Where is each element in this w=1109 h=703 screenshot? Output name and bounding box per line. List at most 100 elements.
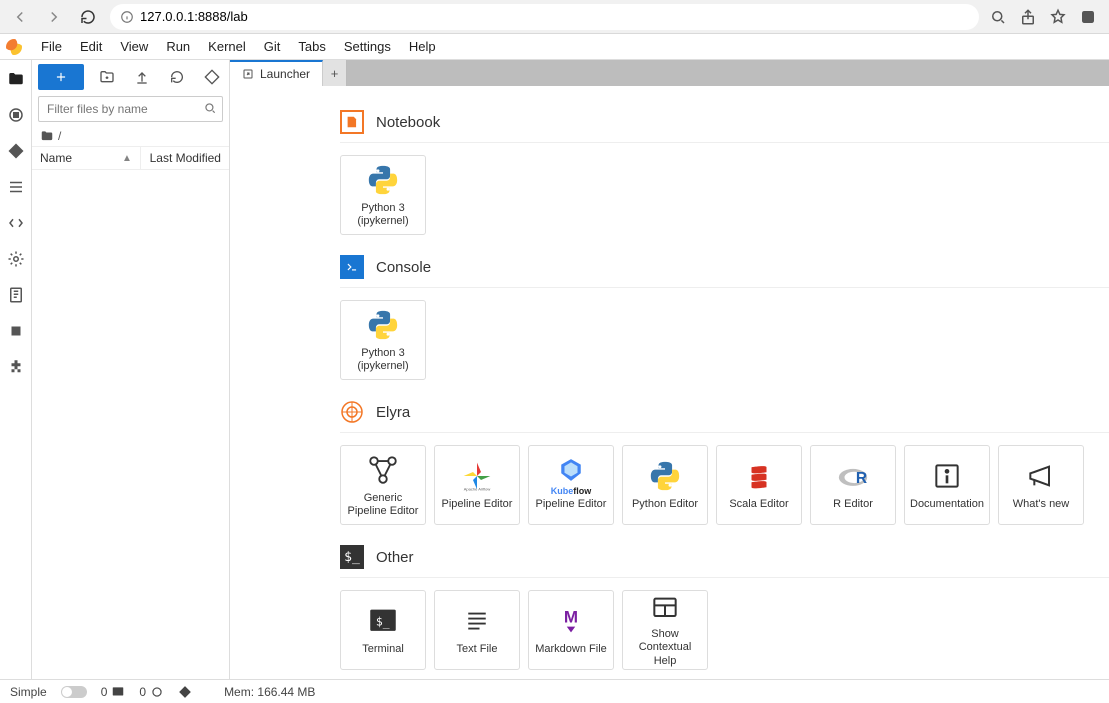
pipeline-components-tab-icon[interactable] <box>7 250 25 268</box>
launcher-card[interactable]: Apache Airflow Pipeline Editor <box>434 445 520 525</box>
menu-kernel[interactable]: Kernel <box>199 39 255 54</box>
text-icon <box>459 603 495 639</box>
jupyter-logo-icon <box>6 39 22 55</box>
stop-icon[interactable] <box>7 322 25 340</box>
filebrowser-tab-icon[interactable] <box>7 70 25 88</box>
menu-tabs[interactable]: Tabs <box>289 39 334 54</box>
python-icon <box>365 162 401 198</box>
browser-back-button[interactable] <box>8 5 32 29</box>
status-terminals[interactable]: 0 <box>101 685 126 699</box>
launcher-body: Notebook Python 3(ipykernel) Console Python… <box>230 86 1109 679</box>
git-status-icon[interactable] <box>178 685 192 699</box>
file-filter <box>38 96 223 122</box>
card-label: Python 3(ipykernel) <box>357 347 408 373</box>
launcher-card[interactable]: What's new <box>998 445 1084 525</box>
markdown-icon: M <box>553 603 589 639</box>
launcher-card[interactable]: Python 3(ipykernel) <box>340 300 426 380</box>
card-label: Pipeline Editor <box>442 498 513 511</box>
menu-view[interactable]: View <box>111 39 157 54</box>
launcher-section-notebook: Notebook Python 3(ipykernel) <box>340 110 1109 235</box>
launcher-card[interactable]: Show Contextual Help <box>622 590 708 670</box>
launcher-card[interactable]: Scala Editor <box>716 445 802 525</box>
launcher-card[interactable]: Python 3(ipykernel) <box>340 155 426 235</box>
launcher-tab-icon <box>242 68 254 80</box>
status-kernels[interactable]: 0 <box>139 685 164 699</box>
launcher-section-elyra: ElyraGeneric Pipeline EditorApache Airfl… <box>340 400 1109 525</box>
menu-settings[interactable]: Settings <box>335 39 400 54</box>
launcher-card[interactable]: $_Terminal <box>340 590 426 670</box>
launcher-section-console: Console Python 3(ipykernel) <box>340 255 1109 380</box>
card-label: Documentation <box>910 498 984 511</box>
launcher-card[interactable]: R R Editor <box>810 445 896 525</box>
launcher-card[interactable]: Generic Pipeline Editor <box>340 445 426 525</box>
python-icon <box>365 307 401 343</box>
launcher-card[interactable]: Documentation <box>904 445 990 525</box>
card-label: R Editor <box>833 498 873 511</box>
upload-button[interactable] <box>131 63 154 91</box>
card-label: Python 3(ipykernel) <box>357 202 408 228</box>
section-title: Notebook <box>376 114 440 131</box>
menu-run[interactable]: Run <box>157 39 199 54</box>
toc-tab-icon[interactable] <box>7 178 25 196</box>
column-modified[interactable]: Last Modified <box>150 151 221 165</box>
card-label: Scala Editor <box>729 498 788 511</box>
svg-text:Apache Airflow: Apache Airflow <box>464 487 491 492</box>
status-simple-label: Simple <box>10 685 47 699</box>
launcher-section-other: $_Other$_TerminalText FileMMarkdown File… <box>340 545 1109 670</box>
info-icon <box>120 10 134 24</box>
card-label: Python Editor <box>632 498 698 511</box>
menu-edit[interactable]: Edit <box>71 39 111 54</box>
refresh-button[interactable] <box>165 63 188 91</box>
file-listing <box>32 170 229 679</box>
airflow-icon: Apache Airflow <box>459 458 495 494</box>
zoom-icon[interactable] <box>989 8 1007 26</box>
menu-help[interactable]: Help <box>400 39 445 54</box>
launcher-card[interactable]: Text File <box>434 590 520 670</box>
kubeflow-icon: Kubeflow <box>553 458 589 494</box>
kernel-small-icon <box>150 685 164 699</box>
pipeline-icon <box>365 452 401 488</box>
extensions-tab-icon[interactable] <box>7 358 25 376</box>
help-panel-icon <box>647 592 683 624</box>
menu-file[interactable]: File <box>32 39 71 54</box>
simple-mode-toggle[interactable] <box>61 686 87 698</box>
new-folder-button[interactable] <box>96 63 119 91</box>
terminal-small-icon <box>111 685 125 699</box>
launcher-card[interactable]: MMarkdown File <box>528 590 614 670</box>
search-icon <box>203 101 217 118</box>
card-label: Show Contextual Help <box>627 628 703 668</box>
browser-reload-button[interactable] <box>76 5 100 29</box>
browser-url: 127.0.0.1:8888/lab <box>140 9 248 24</box>
info-icon <box>929 458 965 494</box>
svg-text:M: M <box>564 608 578 627</box>
card-label: What's new <box>1013 498 1070 511</box>
column-name[interactable]: Name <box>40 151 72 165</box>
documents-tab-icon[interactable] <box>7 286 25 304</box>
extensions-icon[interactable] <box>1079 8 1097 26</box>
section-title: Console <box>376 259 431 276</box>
card-label: Pipeline Editor <box>536 498 607 511</box>
status-memory: Mem: 166.44 MB <box>224 685 315 699</box>
running-tab-icon[interactable] <box>7 106 25 124</box>
tab-add-button[interactable]: + <box>323 60 347 86</box>
section-title: Elyra <box>376 404 410 421</box>
browser-right-icons <box>989 8 1101 26</box>
r-icon: R <box>835 458 871 494</box>
git-pull-button[interactable] <box>200 63 223 91</box>
browser-toolbar: 127.0.0.1:8888/lab <box>0 0 1109 34</box>
python-icon <box>647 458 683 494</box>
menu-git[interactable]: Git <box>255 39 290 54</box>
launcher-card[interactable]: Python Editor <box>622 445 708 525</box>
bookmark-star-icon[interactable] <box>1049 8 1067 26</box>
tab-launcher[interactable]: Launcher <box>230 60 323 86</box>
launcher-card[interactable]: Kubeflow Pipeline Editor <box>528 445 614 525</box>
browser-forward-button[interactable] <box>42 5 66 29</box>
filebrowser-panel: / Name▲ Last Modified <box>32 60 230 679</box>
git-tab-icon[interactable] <box>7 142 25 160</box>
file-filter-input[interactable] <box>38 96 223 122</box>
snippets-tab-icon[interactable] <box>7 214 25 232</box>
browser-address-bar[interactable]: 127.0.0.1:8888/lab <box>110 4 979 30</box>
breadcrumb[interactable]: / <box>32 126 229 146</box>
share-icon[interactable] <box>1019 8 1037 26</box>
new-launcher-button[interactable] <box>38 64 84 90</box>
